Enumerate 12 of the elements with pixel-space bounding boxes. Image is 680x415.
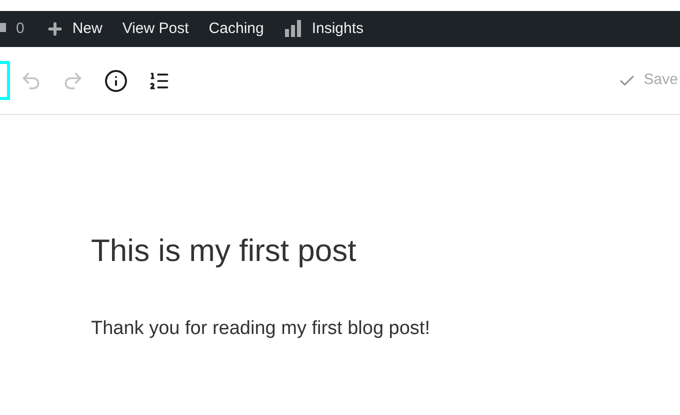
- bar-chart-icon: [284, 19, 304, 39]
- admin-bar-item[interactable]: New: [36, 11, 112, 47]
- plus-icon: [46, 20, 64, 38]
- comments-link[interactable]: 0: [0, 18, 36, 40]
- save-status: Save: [644, 70, 678, 90]
- paragraph-block[interactable]: Thank you for reading my first blog post!: [91, 315, 680, 344]
- add-block-button[interactable]: [0, 61, 10, 100]
- admin-bar-item[interactable]: View Post: [112, 11, 199, 47]
- admin-bar-item[interactable]: Caching: [198, 11, 274, 47]
- info-button[interactable]: [104, 68, 130, 94]
- post-title[interactable]: This is my first post: [91, 233, 680, 269]
- admin-bar-item[interactable]: Insights: [274, 11, 374, 47]
